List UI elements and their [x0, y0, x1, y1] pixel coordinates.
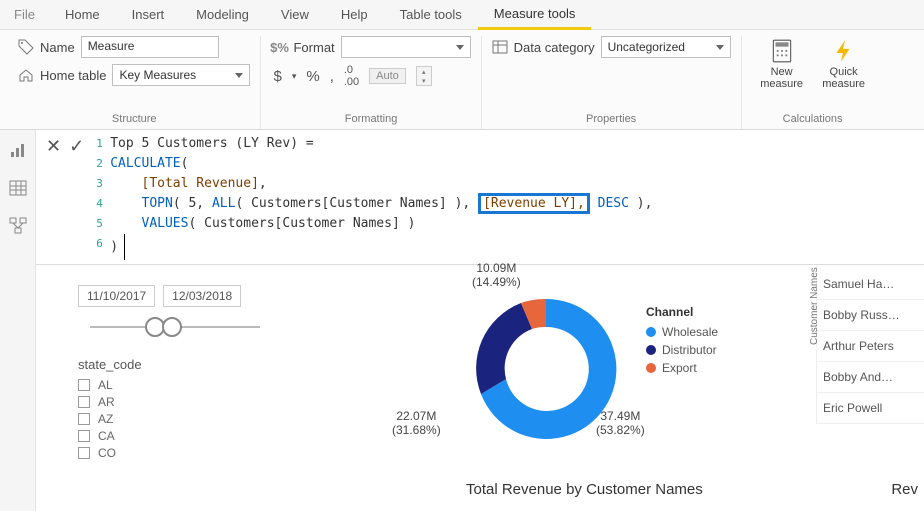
- group-label-formatting: Formatting: [271, 111, 470, 129]
- legend-label: Distributor: [662, 343, 717, 357]
- checkbox-icon[interactable]: [78, 396, 90, 408]
- data-category-dropdown[interactable]: Uncategorized: [601, 36, 731, 58]
- customer-bar-axis: Customer Names Samuel Ha…Bobby Russ…Arth…: [816, 265, 924, 424]
- chart-legend: Channel Wholesale Distributor Export: [646, 305, 718, 379]
- customer-axis-tick: Bobby And…: [817, 362, 924, 393]
- checkbox-icon[interactable]: [78, 379, 90, 391]
- checkbox-icon[interactable]: [78, 413, 90, 425]
- dax-line-1: Top 5 Customers (LY Rev) =: [110, 136, 314, 151]
- quick-measure-button[interactable]: Quick measure: [818, 38, 870, 90]
- customer-axis-tick: Samuel Ha…: [817, 269, 924, 300]
- currency-button[interactable]: $: [273, 68, 281, 85]
- format-label: Format: [293, 40, 334, 55]
- tab-insert[interactable]: Insert: [116, 1, 181, 28]
- legend-label: Export: [662, 361, 697, 375]
- legend-item-wholesale[interactable]: Wholesale: [646, 325, 718, 339]
- group-label-properties: Properties: [492, 111, 731, 129]
- ribbon-group-properties: Data category Uncategorized Properties: [482, 36, 742, 129]
- customer-axis-tick: Eric Powell: [817, 393, 924, 424]
- legend-title: Channel: [646, 305, 718, 319]
- ribbon-group-calculations: New measure Quick measure Calculations: [742, 36, 884, 129]
- ribbon-group-formatting: $% Format $ ▾ % , .0.00 Auto ▴▾ Formatti…: [261, 36, 481, 129]
- new-measure-button[interactable]: New measure: [756, 38, 808, 90]
- category-icon: [492, 39, 508, 55]
- tab-table-tools[interactable]: Table tools: [384, 1, 478, 28]
- highlighted-token: [Revenue LY],: [478, 193, 590, 214]
- tab-measure-tools[interactable]: Measure tools: [478, 0, 592, 30]
- home-table-label: Home table: [40, 68, 106, 83]
- file-menu[interactable]: File: [0, 1, 49, 28]
- legend-label: Wholesale: [662, 325, 718, 339]
- formula-bar: ✕ ✓ Sh 1Top 5 Customers (LY Rev) = 2CALC…: [36, 130, 924, 265]
- ribbon-group-structure: Name Measure Home table Key Measures Str…: [8, 36, 261, 129]
- checkbox-icon[interactable]: [78, 430, 90, 442]
- tab-modeling[interactable]: Modeling: [180, 1, 265, 28]
- checkbox-icon[interactable]: [78, 447, 90, 459]
- legend-item-export[interactable]: Export: [646, 361, 718, 375]
- decimal-spinner[interactable]: ▴▾: [416, 66, 432, 86]
- tab-help[interactable]: Help: [325, 1, 384, 28]
- format-icon: $%: [271, 39, 287, 55]
- data-view-button[interactable]: [8, 178, 28, 198]
- lightning-icon: [831, 38, 857, 64]
- customer-axis-tick: Bobby Russ…: [817, 300, 924, 331]
- group-label-structure: Structure: [18, 111, 250, 129]
- customer-axis-label: Customer Names: [809, 267, 820, 345]
- home-table-dropdown[interactable]: Key Measures: [112, 64, 250, 86]
- decimal-button[interactable]: .0.00: [344, 64, 359, 88]
- date-range-slider[interactable]: [90, 315, 260, 339]
- cutoff-title: Rev: [891, 481, 918, 498]
- report-canvas: 11/10/2017 12/03/2018 state_code ALARAZC…: [36, 265, 924, 470]
- chevron-down-icon: [235, 73, 243, 78]
- donut-label-wholesale: 37.49M(53.82%): [596, 409, 645, 438]
- name-label: Name: [40, 40, 75, 55]
- measure-name-input[interactable]: Measure: [81, 36, 219, 58]
- format-dropdown[interactable]: [341, 36, 471, 58]
- calculator-icon: [769, 38, 795, 64]
- data-category-value: Uncategorized: [608, 40, 685, 54]
- tag-icon: [18, 39, 34, 55]
- content-area: ✕ ✓ Sh 1Top 5 Customers (LY Rev) = 2CALC…: [36, 130, 924, 511]
- ribbon: Name Measure Home table Key Measures Str…: [0, 30, 924, 130]
- new-measure-label: New measure: [756, 66, 808, 90]
- commit-formula-button[interactable]: ✓: [69, 136, 84, 157]
- ribbon-tabs: File Home Insert Modeling View Help Tabl…: [0, 0, 924, 30]
- state-label: AR: [98, 395, 115, 409]
- donut-label-export: 10.09M(14.49%): [472, 261, 521, 290]
- tab-view[interactable]: View: [265, 1, 325, 28]
- slider-handle-right[interactable]: [162, 317, 182, 337]
- group-label-calculations: Calculations: [752, 111, 874, 129]
- percent-button[interactable]: %: [306, 68, 319, 85]
- dax-editor[interactable]: Sh 1Top 5 Customers (LY Rev) = 2CALCULAT…: [94, 130, 924, 264]
- text-cursor: [124, 234, 125, 260]
- state-label: CA: [98, 429, 115, 443]
- customer-axis-tick: Arthur Peters: [817, 331, 924, 362]
- report-view-button[interactable]: [8, 140, 28, 160]
- date-from[interactable]: 11/10/2017: [78, 285, 155, 307]
- legend-item-distributor[interactable]: Distributor: [646, 343, 718, 357]
- view-switcher: [0, 130, 36, 511]
- chevron-down-icon: [456, 45, 464, 50]
- thousands-button[interactable]: ,: [330, 68, 334, 85]
- data-category-label: Data category: [514, 40, 595, 55]
- chevron-down-icon: [716, 45, 724, 50]
- auto-decimal[interactable]: Auto: [369, 68, 406, 84]
- state-label: AL: [98, 378, 113, 392]
- model-view-button[interactable]: [8, 216, 28, 236]
- legend-swatch: [646, 327, 656, 337]
- currency-dropdown[interactable]: ▾: [292, 71, 297, 82]
- legend-swatch: [646, 363, 656, 373]
- cancel-formula-button[interactable]: ✕: [46, 136, 61, 157]
- chart-title: Total Revenue by Customer Names: [466, 481, 703, 498]
- state-label: CO: [98, 446, 116, 460]
- state-label: AZ: [98, 412, 113, 426]
- date-to[interactable]: 12/03/2018: [163, 285, 241, 307]
- legend-swatch: [646, 345, 656, 355]
- home-table-value: Key Measures: [119, 68, 196, 82]
- quick-measure-label: Quick measure: [818, 66, 870, 90]
- donut-label-distributor: 22.07M(31.68%): [392, 409, 441, 438]
- tab-home[interactable]: Home: [49, 1, 116, 28]
- home-icon: [18, 67, 34, 83]
